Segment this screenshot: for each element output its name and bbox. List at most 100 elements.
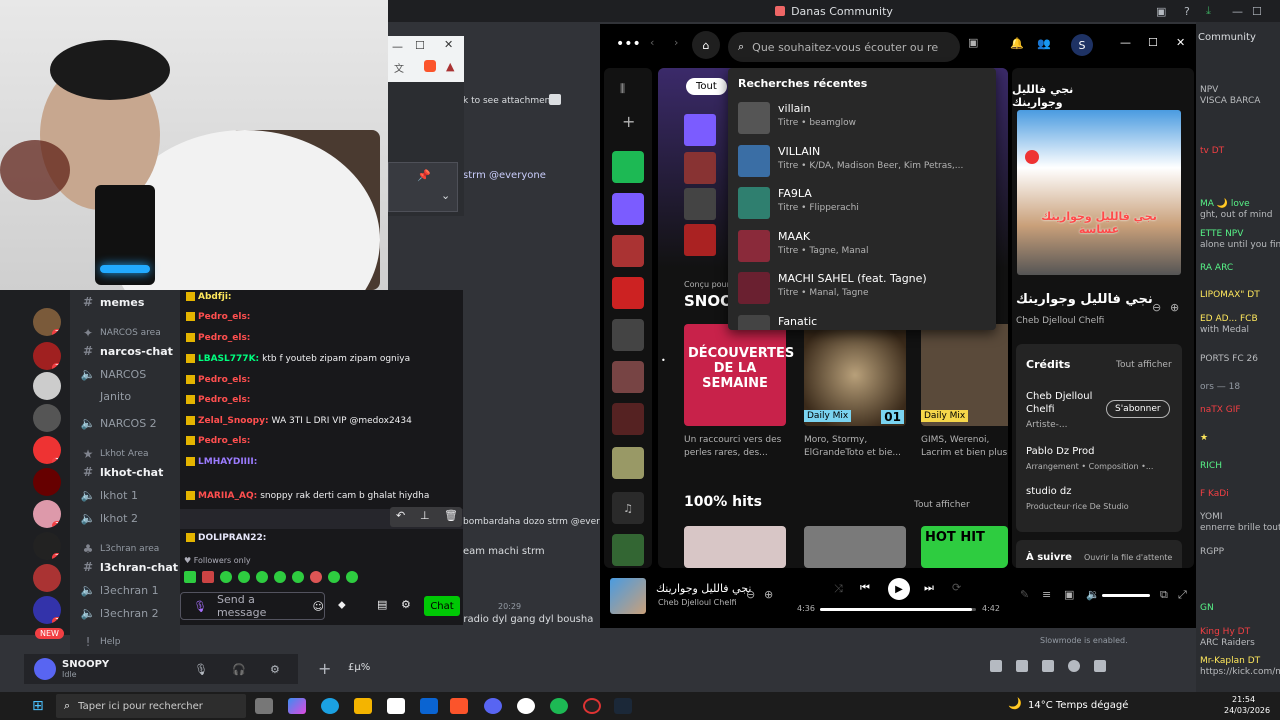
chat-message[interactable]: Pedro_els:: [186, 436, 253, 446]
member-entry[interactable]: ARC Raiders: [1200, 638, 1255, 648]
gift-icon[interactable]: [990, 660, 1002, 672]
remove-icon[interactable]: ⊖: [1152, 301, 1161, 314]
credits-show-all[interactable]: Tout afficher: [1116, 360, 1172, 370]
emote-icon[interactable]: [238, 571, 250, 583]
alert-icon[interactable]: ▲: [446, 60, 454, 73]
member-entry[interactable]: https://kick.com/mr_kap: [1200, 667, 1280, 677]
credit-name[interactable]: Pablo Dz Prod: [1026, 446, 1094, 457]
channel-item[interactable]: 🔈 NARCOS: [76, 364, 180, 384]
emote-icon[interactable]: [274, 571, 286, 583]
server-icon[interactable]: 1: [33, 596, 61, 624]
clock-time[interactable]: 21:54: [1232, 695, 1255, 704]
credit-name[interactable]: studio dz: [1026, 486, 1072, 497]
maximize-icon[interactable]: ☐: [1252, 5, 1262, 18]
server-icon[interactable]: 2: [33, 532, 61, 560]
library-item[interactable]: [612, 319, 644, 351]
emote-icon[interactable]: [256, 571, 268, 583]
filter-all-chip[interactable]: Tout: [686, 78, 727, 95]
album-art[interactable]: نجي فالليل وجوارينك عساسة: [1017, 110, 1181, 275]
remove-icon[interactable]: ⊖: [746, 588, 755, 601]
credit-name[interactable]: Cheb Djelloul Chelfi: [1026, 390, 1106, 416]
music-note-icon[interactable]: ♫: [612, 492, 644, 524]
member-entry[interactable]: LIPOMAX" DT: [1200, 290, 1260, 300]
channel-item[interactable]: # memes: [76, 292, 180, 312]
member-entry[interactable]: RICH: [1200, 461, 1222, 471]
chat-username[interactable]: DOLIPRAN22:: [198, 533, 266, 543]
next-icon[interactable]: ⏭: [924, 581, 934, 595]
member-entry[interactable]: alone until you find so: [1200, 240, 1280, 250]
chat-message[interactable]: Zelal_Snoopy: WA 3TI L DRI VIP @medox2434: [186, 416, 412, 426]
library-item[interactable]: [612, 534, 644, 566]
friends-icon[interactable]: 👥: [1037, 37, 1051, 50]
member-entry[interactable]: King Hy DT: [1200, 627, 1250, 637]
server-icon[interactable]: [33, 404, 61, 432]
chat-message[interactable]: Pedro_els:: [186, 312, 253, 322]
member-entry[interactable]: PORTS FC 26: [1200, 354, 1258, 364]
section-title[interactable]: SNOO: [684, 292, 733, 310]
chat-button[interactable]: Chat: [424, 596, 460, 616]
member-entry[interactable]: naTX GIF: [1200, 405, 1241, 415]
microphone-icon[interactable]: 🎙: [193, 600, 207, 613]
volume-slider[interactable]: [1102, 594, 1150, 597]
copilot-icon[interactable]: [288, 698, 306, 714]
recent-search-item[interactable]: MACHI SAHEL (feat. Tagne) Titre • Manal, …: [738, 268, 988, 308]
twitch-message-input[interactable]: 🎙 Send a message ☺: [180, 592, 325, 620]
emote-icon[interactable]: [328, 571, 340, 583]
close-icon[interactable]: ✕: [1176, 36, 1185, 49]
windows-start-icon[interactable]: ⊞: [32, 698, 44, 714]
brave-icon[interactable]: [450, 698, 468, 714]
bell-icon[interactable]: 🔔: [1010, 37, 1024, 50]
track-artist[interactable]: Cheb Djelloul Chelfi: [1016, 316, 1104, 326]
channel-item[interactable]: 🔈 l3echran 1: [76, 580, 180, 600]
channel-item[interactable]: Janito: [76, 386, 180, 406]
recent-search-item[interactable]: MAAK Titre • Tagne, Manal: [738, 226, 988, 266]
taskbar-search[interactable]: ⌕ Taper ici pour rechercher: [56, 694, 246, 718]
mail-icon[interactable]: [420, 698, 438, 714]
member-entry[interactable]: ght, out of mind: [1200, 210, 1273, 220]
recent-search-item[interactable]: Fanatic: [738, 311, 988, 330]
weather-icon[interactable]: 🌙: [1008, 697, 1022, 710]
show-all-link[interactable]: Tout afficher: [914, 500, 970, 510]
server-icon[interactable]: 1: [33, 436, 61, 464]
progress-bar[interactable]: [820, 608, 976, 611]
maximize-icon[interactable]: ☐: [1148, 36, 1158, 49]
server-icon[interactable]: [33, 468, 61, 496]
channel-item[interactable]: ♣ L3chran area: [76, 539, 180, 559]
pin-icon[interactable]: 📌: [417, 169, 431, 182]
emoji-icon[interactable]: ☺: [313, 600, 324, 613]
shortcut-tile[interactable]: [684, 224, 716, 256]
open-queue-link[interactable]: Ouvrir la file d'attente: [1084, 553, 1172, 562]
shortcut-tile[interactable]: [684, 188, 716, 220]
bits-icon[interactable]: ⬥: [338, 598, 346, 612]
recent-search-item[interactable]: villain Titre • beamglow: [738, 98, 988, 138]
pin-icon[interactable]: ⊥: [420, 509, 430, 522]
channel-item[interactable]: ★ Lkhot Area: [76, 444, 180, 464]
chat-message[interactable]: Pedro_els:: [186, 333, 253, 343]
chat-message[interactable]: LMHAYDIIII:: [186, 457, 260, 467]
file-explorer-icon[interactable]: [354, 698, 372, 714]
member-entry[interactable]: tv DT: [1200, 146, 1224, 156]
volume-icon[interactable]: 🔉: [1086, 588, 1100, 601]
daily-mix-card[interactable]: Daily Mix: [921, 324, 1008, 426]
app-icon[interactable]: [517, 698, 535, 714]
member-entry[interactable]: Mr-Kaplan DT: [1200, 656, 1260, 666]
now-playing-title[interactable]: نجي فالليل وجوارينك: [656, 582, 751, 595]
daily-mix-card[interactable]: Daily Mix 01: [804, 324, 906, 426]
channel-item[interactable]: 🔈 l3echran 2: [76, 603, 180, 623]
shuffle-icon[interactable]: ⤨: [834, 582, 843, 596]
forward-icon[interactable]: ›: [674, 36, 678, 49]
now-playing-artist[interactable]: Cheb Djelloul Chelfi: [658, 598, 737, 607]
chat-message[interactable]: Pedro_els:: [186, 375, 253, 385]
play-button[interactable]: ▶: [888, 578, 910, 600]
gif-icon[interactable]: [1016, 660, 1028, 672]
server-icon[interactable]: [33, 564, 61, 592]
library-item[interactable]: [612, 403, 644, 435]
headphones-icon[interactable]: 🎧: [232, 663, 246, 676]
channel-item[interactable]: # lkhot-chat: [76, 462, 180, 482]
browse-icon[interactable]: ▣: [968, 36, 978, 49]
fullscreen-icon[interactable]: ⤢: [1178, 588, 1187, 602]
home-icon[interactable]: ⌂: [692, 31, 720, 59]
follow-button[interactable]: S'abonner: [1106, 400, 1170, 418]
task-view-icon[interactable]: [255, 698, 273, 714]
lyrics-icon[interactable]: ✎: [1020, 588, 1029, 601]
